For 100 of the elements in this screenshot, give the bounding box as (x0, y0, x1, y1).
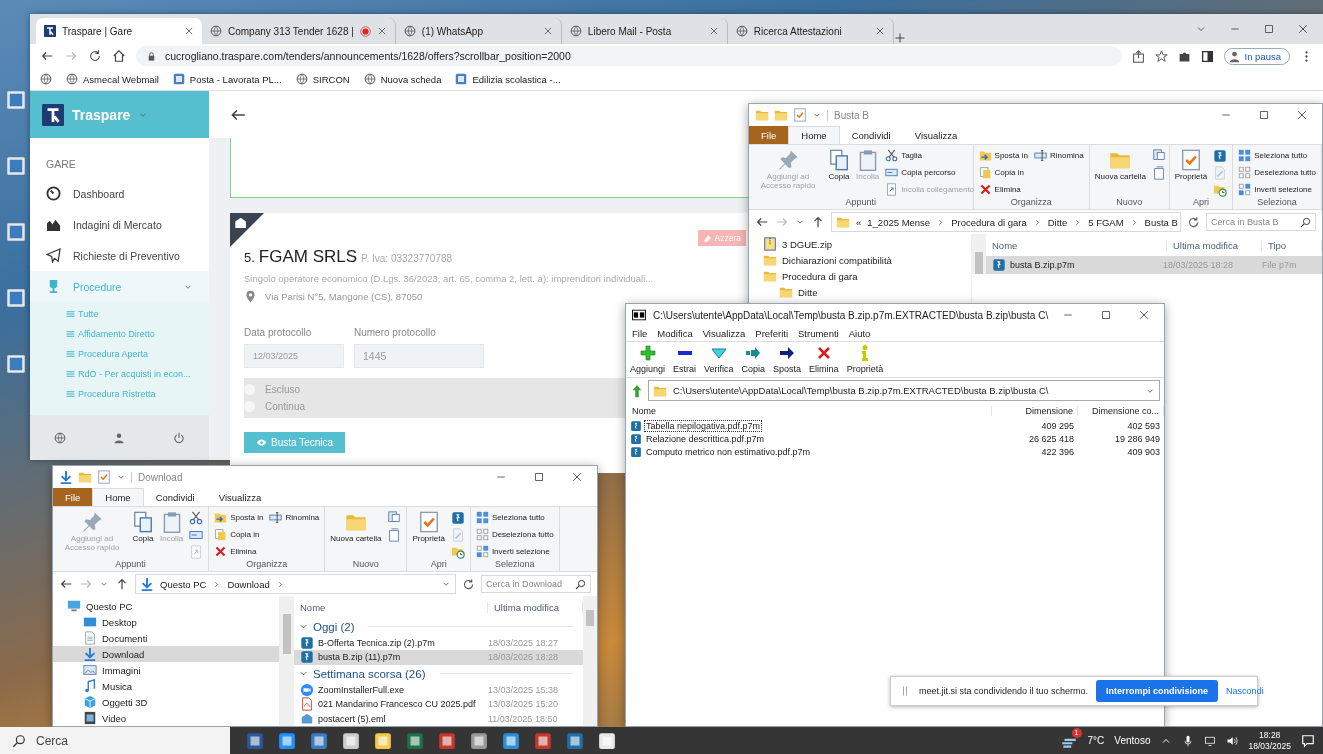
breadcrumb-overflow[interactable]: « (856, 216, 862, 228)
file-name[interactable]: Relazione descrittica.pdf.p7m (644, 432, 767, 445)
ribbon-tab[interactable]: Visualizza (902, 126, 970, 144)
ribbon-button[interactable]: Copia percorso (883, 165, 977, 180)
column-header[interactable]: Nome (986, 239, 1167, 251)
menu-item[interactable]: File (632, 328, 648, 339)
ribbon-button[interactable]: Copia in (976, 165, 1030, 180)
breadcrumb[interactable]: Busta B (1144, 216, 1178, 228)
bookmark[interactable]: Posta - Lavorata PL... (172, 73, 282, 85)
bookmark[interactable]: Nuova scheda (363, 73, 442, 85)
user-icon[interactable] (113, 431, 126, 444)
app-icon[interactable] (246, 731, 264, 750)
column-header[interactable]: Dimensione co... (1078, 406, 1164, 416)
radio-button[interactable] (244, 401, 255, 412)
power-icon[interactable] (173, 431, 186, 444)
back-icon[interactable] (40, 49, 54, 63)
address-bar[interactable]: « 1_2025 Mense Procedura di gara Ditte 5 FGAM Busta B (831, 212, 1181, 232)
ribbon-button[interactable]: Copia (130, 510, 156, 545)
ribbon-button[interactable]: Proprietà (1172, 148, 1210, 183)
app-icon[interactable] (406, 731, 424, 750)
app-icon[interactable] (278, 731, 296, 750)
app-icon[interactable] (502, 731, 520, 750)
search-field[interactable]: Cerca in Busta B (1206, 213, 1316, 231)
browser-tab[interactable]: (1) WhatsApp (395, 18, 562, 44)
ribbon-tab[interactable]: File (53, 488, 93, 506)
stop-sharing-button[interactable]: Interrompi condivisione (1096, 680, 1219, 702)
ribbon-button[interactable]: Seleziona tutto (473, 510, 556, 525)
column-header[interactable]: Dimensione (992, 406, 1078, 416)
toolbar-button[interactable]: Proprietà (846, 345, 884, 374)
refresh-icon[interactable] (1187, 215, 1200, 229)
close-icon[interactable] (1138, 309, 1150, 321)
menu-item[interactable]: Aiuto (848, 328, 871, 339)
file-row[interactable]: B-Offerta Tecnica.zip (2).p7m 18/03/2025 18:27 (294, 635, 583, 651)
browser-tab[interactable]: Ricerca Attestazioni (727, 18, 894, 44)
close-icon[interactable] (542, 26, 553, 36)
column-header[interactable]: Ultima modifica (1167, 239, 1262, 251)
toolbar-button[interactable]: Estrai (673, 345, 697, 374)
ribbon-button[interactable]: Nuova cartella (328, 510, 384, 545)
back-icon[interactable] (59, 577, 73, 591)
new-tab-icon[interactable] (893, 32, 906, 44)
toolbar-button[interactable]: Copia (741, 345, 766, 374)
nav-item[interactable]: Richieste di Preventivo (30, 240, 209, 271)
ribbon-button[interactable]: Elimina (212, 544, 266, 559)
file-row[interactable]: ZoomInstallerFull.exe 13/03/2025 15:38 (294, 682, 583, 697)
ribbon-tab[interactable]: Condividi (839, 126, 903, 144)
up-arrow-icon[interactable] (630, 383, 644, 398)
breadcrumb[interactable]: 1_2025 Mense (867, 216, 931, 228)
close-icon[interactable] (874, 26, 885, 36)
file-row[interactable]: busta B.zip (11).p7m 18/03/2025 18:28 (294, 650, 583, 665)
app-icon[interactable] (374, 731, 392, 750)
tree-item[interactable]: Documenti (53, 630, 279, 646)
ribbon-button[interactable]: Rinomina (1031, 148, 1086, 163)
ribbon-button[interactable]: Deseleziona tutto (473, 527, 556, 542)
maximize-icon[interactable] (1100, 309, 1112, 321)
ribbon-button[interactable]: Seleziona tutto (1236, 148, 1318, 163)
search-field[interactable]: Cerca in Download (481, 575, 591, 593)
maximize-icon[interactable] (1258, 109, 1270, 121)
group-header[interactable]: Oggi (2) (313, 620, 355, 633)
app-icon[interactable] (342, 731, 360, 750)
close-icon[interactable] (1297, 23, 1309, 35)
column-header[interactable]: Tipo (1262, 239, 1322, 251)
menu-item[interactable]: Modifica (657, 328, 693, 339)
ribbon-tab[interactable]: Home (788, 126, 840, 144)
tree-item[interactable]: Ditte (749, 284, 971, 300)
scrollbar[interactable] (972, 234, 986, 274)
ribbon-button[interactable]: Nuova cartella (1092, 148, 1148, 183)
ribbon-button[interactable]: Sposta in (976, 148, 1030, 163)
maximize-icon[interactable] (533, 471, 545, 483)
tree-item[interactable]: Oggetti 3D (53, 694, 279, 710)
ribbon-button[interactable]: Sposta in (212, 510, 266, 525)
microphone-icon[interactable] (1182, 734, 1195, 747)
refresh-icon[interactable] (462, 577, 475, 591)
tree-item[interactable]: Questo PC (53, 598, 279, 614)
ribbon-button[interactable]: Inverti selezione (473, 544, 556, 559)
desktop-shortcut-icon[interactable] (6, 156, 26, 176)
app-icon[interactable] (598, 731, 616, 750)
desktop-shortcut-icon[interactable] (6, 288, 26, 308)
back-icon[interactable] (755, 215, 769, 229)
radio-button[interactable] (244, 384, 255, 395)
maximize-icon[interactable] (1263, 23, 1275, 35)
clock-time[interactable]: 18:28 (1259, 730, 1281, 741)
browser-tab[interactable]: Company 313 Tender 1628 | (202, 18, 396, 44)
star-icon[interactable] (1154, 49, 1168, 63)
file-row[interactable]: 021 Mandarino Francesco CU 2025.pdf 13/03/2025 15:20 (294, 696, 583, 712)
ribbon-button[interactable]: Deseleziona tutto (1236, 165, 1318, 180)
breadcrumb[interactable]: Questo PC (160, 578, 207, 590)
nav-item[interactable]: Indagini di Mercato (30, 209, 209, 240)
file-row[interactable]: postacert (5).eml 11/03/2025 18:50 (294, 711, 583, 726)
browser-tab[interactable]: Traspare | Gare (36, 18, 202, 44)
menu-item[interactable]: Preferiti (755, 328, 789, 339)
bookmark[interactable]: Edilizia scolastica -... (455, 73, 561, 85)
puzzle-icon[interactable] (1177, 49, 1191, 63)
scrollbar[interactable] (583, 596, 597, 726)
breadcrumb[interactable]: Ditte (1047, 216, 1068, 228)
toolbar-button[interactable]: Sposta (773, 345, 802, 374)
app-icon[interactable] (566, 731, 584, 750)
address-field[interactable]: cucrogliano.traspare.com/tenders/announcements/1628/offers?scrollbar_position=2000 (136, 46, 1122, 66)
close-icon[interactable] (571, 471, 583, 483)
network-icon[interactable] (1204, 734, 1217, 747)
ribbon-tab[interactable]: File (749, 126, 789, 144)
